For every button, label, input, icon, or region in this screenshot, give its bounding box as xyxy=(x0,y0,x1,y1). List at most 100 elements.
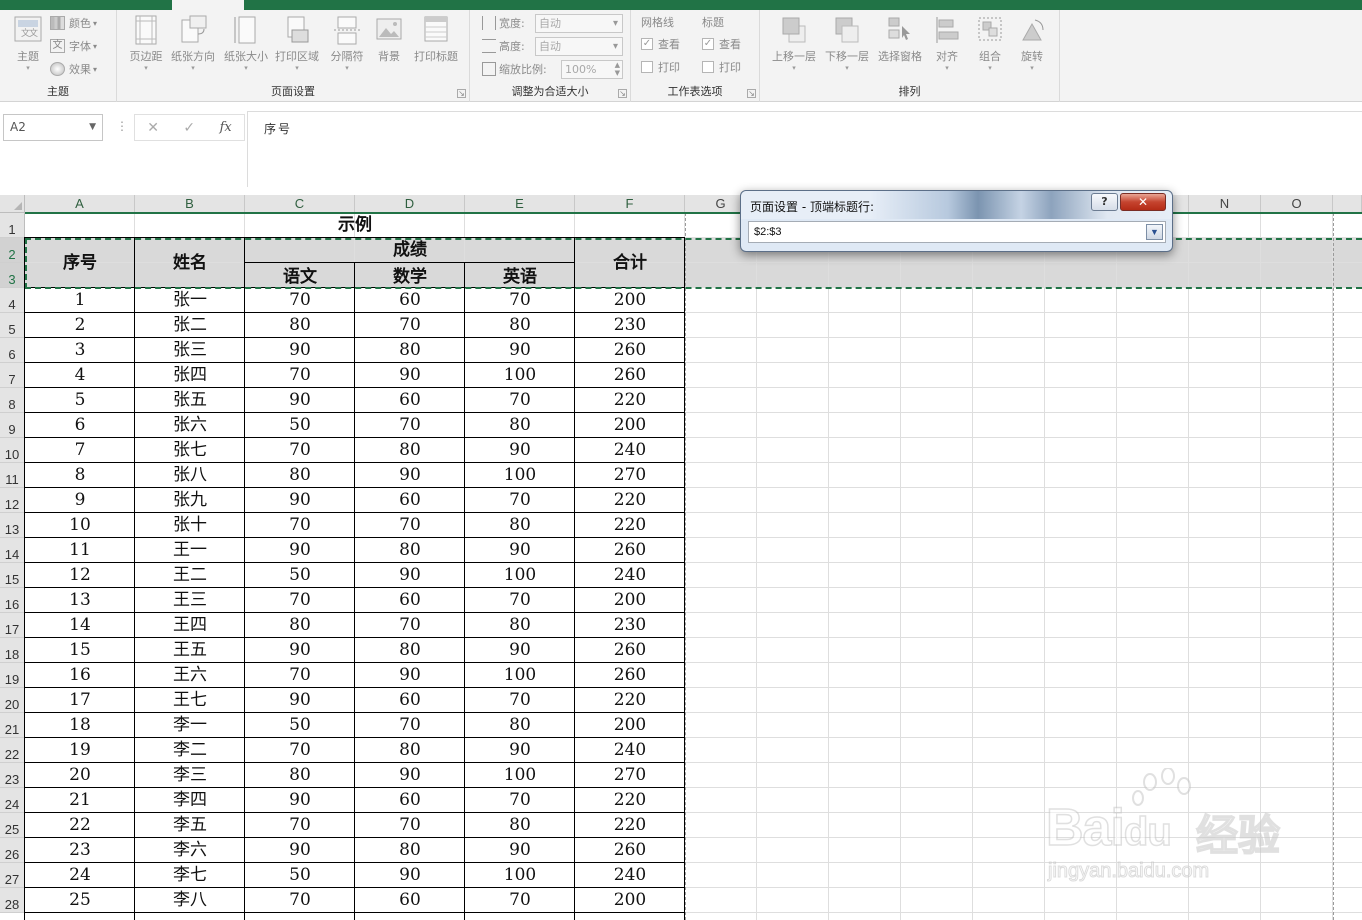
size-button[interactable]: 纸张大小 ▾ xyxy=(220,14,272,82)
table-cell[interactable]: 270 xyxy=(575,463,685,488)
table-cell[interactable]: 200 xyxy=(575,713,685,738)
row-header[interactable]: 19 xyxy=(0,663,25,688)
table-cell[interactable]: 王七 xyxy=(135,688,245,713)
insert-function-icon[interactable]: fx xyxy=(220,120,232,135)
table-cell[interactable]: 260 xyxy=(575,663,685,688)
table-cell[interactable]: 80 xyxy=(355,638,465,663)
table-cell[interactable]: 张七 xyxy=(135,438,245,463)
row-header[interactable]: 4 xyxy=(0,288,25,313)
table-cell[interactable]: 80 xyxy=(465,313,575,338)
table-cell[interactable]: 80 xyxy=(465,413,575,438)
gridlines-view-checkbox[interactable]: ✓ 查看 xyxy=(641,32,697,55)
table-cell[interactable]: 260 xyxy=(575,338,685,363)
table-cell[interactable]: 90 xyxy=(465,438,575,463)
table-cell[interactable]: 张三 xyxy=(135,338,245,363)
column-header[interactable]: B xyxy=(135,195,245,213)
cancel-icon[interactable]: ✕ xyxy=(147,120,159,136)
help-button[interactable]: ? xyxy=(1091,193,1118,211)
table-cell[interactable]: 张二 xyxy=(135,313,245,338)
table-cell[interactable]: 5 xyxy=(25,388,135,413)
table-cell[interactable]: 25 xyxy=(25,888,135,913)
table-cell[interactable]: 90 xyxy=(355,863,465,888)
table-cell[interactable]: 张十 xyxy=(135,513,245,538)
table-cell[interactable]: 70 xyxy=(245,813,355,838)
table-cell[interactable]: 21 xyxy=(25,788,135,813)
table-cell[interactable]: 260 xyxy=(575,363,685,388)
table-cell[interactable]: 24 xyxy=(25,863,135,888)
table-cell[interactable]: 220 xyxy=(575,688,685,713)
table-cell[interactable]: 张六 xyxy=(135,413,245,438)
table-cell[interactable]: 260 xyxy=(575,538,685,563)
table-cell[interactable]: 70 xyxy=(465,388,575,413)
table-cell[interactable]: 80 xyxy=(355,738,465,763)
table-cell[interactable]: 220 xyxy=(575,513,685,538)
table-cell[interactable]: 220 xyxy=(575,813,685,838)
table-cell[interactable]: 70 xyxy=(245,663,355,688)
table-cell[interactable]: 70 xyxy=(465,688,575,713)
row-header[interactable]: 1 xyxy=(0,213,25,238)
table-cell[interactable]: 70 xyxy=(245,438,355,463)
table-cell[interactable]: 90 xyxy=(465,838,575,863)
table-cell[interactable]: 李三 xyxy=(135,763,245,788)
table-cell[interactable]: 100 xyxy=(465,463,575,488)
table-cell[interactable]: 16 xyxy=(25,663,135,688)
table-cell[interactable]: 80 xyxy=(245,763,355,788)
table-cell[interactable]: 12 xyxy=(25,563,135,588)
table-cell[interactable]: 90 xyxy=(245,638,355,663)
rows-to-repeat-input[interactable]: $2:$3 ▼ xyxy=(748,221,1166,243)
row-header[interactable]: 22 xyxy=(0,738,25,763)
selection-pane-button[interactable]: 选择窗格 xyxy=(874,14,926,82)
formula-input[interactable]: 序号 xyxy=(247,111,1362,187)
table-cell[interactable]: 王二 xyxy=(135,563,245,588)
table-cell[interactable]: 100 xyxy=(465,763,575,788)
headings-print-checkbox[interactable]: 打印 xyxy=(702,55,758,78)
dialog-launcher-icon[interactable]: ↘ xyxy=(747,89,756,98)
close-button[interactable]: ✕ xyxy=(1120,193,1166,211)
table-cell[interactable]: 15 xyxy=(25,638,135,663)
table-cell[interactable]: 60 xyxy=(355,888,465,913)
row-header[interactable]: 9 xyxy=(0,413,25,438)
table-cell[interactable]: 220 xyxy=(575,788,685,813)
table-cell[interactable]: 200 xyxy=(575,888,685,913)
column-header[interactable]: E xyxy=(465,195,575,213)
table-cell[interactable]: 230 xyxy=(575,613,685,638)
row-header[interactable]: 12 xyxy=(0,488,25,513)
table-cell[interactable]: 90 xyxy=(245,838,355,863)
table-cell[interactable]: 240 xyxy=(575,738,685,763)
table-cell[interactable]: 90 xyxy=(355,763,465,788)
column-header[interactable]: A xyxy=(25,195,135,213)
table-cell[interactable]: 90 xyxy=(245,388,355,413)
table-cell[interactable]: 260 xyxy=(575,838,685,863)
table-cell[interactable]: 70 xyxy=(245,288,355,313)
table-cell[interactable]: 70 xyxy=(245,513,355,538)
table-cell[interactable]: 7 xyxy=(25,438,135,463)
table-cell[interactable]: 90 xyxy=(245,788,355,813)
table-cell[interactable]: 王三 xyxy=(135,588,245,613)
row-header[interactable]: 20 xyxy=(0,688,25,713)
table-cell[interactable]: 14 xyxy=(25,613,135,638)
table-cell[interactable]: 80 xyxy=(245,463,355,488)
table-cell[interactable]: 90 xyxy=(465,338,575,363)
table-cell[interactable]: 60 xyxy=(355,688,465,713)
table-cell[interactable]: 90 xyxy=(245,688,355,713)
table-cell[interactable]: 220 xyxy=(575,488,685,513)
table-cell[interactable]: 90 xyxy=(245,488,355,513)
column-header[interactable]: C xyxy=(245,195,355,213)
headings-view-checkbox[interactable]: ✓ 查看 xyxy=(702,32,758,55)
row-header[interactable]: 21 xyxy=(0,713,25,738)
send-backward-button[interactable]: 下移一层 ▾ xyxy=(821,14,873,82)
table-cell[interactable]: 70 xyxy=(465,888,575,913)
rotate-button[interactable]: 旋转 ▾ xyxy=(1006,14,1058,82)
table-cell[interactable]: 90 xyxy=(465,538,575,563)
row-header[interactable]: 5 xyxy=(0,313,25,338)
table-cell[interactable]: 80 xyxy=(355,338,465,363)
table-cell[interactable]: 17 xyxy=(25,688,135,713)
width-select[interactable]: 自动 ▾ xyxy=(535,13,623,33)
row-header[interactable]: 28 xyxy=(0,888,25,913)
table-cell[interactable]: 23 xyxy=(25,838,135,863)
table-cell[interactable]: 李五 xyxy=(135,813,245,838)
table-cell[interactable]: 3 xyxy=(25,338,135,363)
dialog-launcher-icon[interactable]: ↘ xyxy=(457,89,466,98)
table-cell[interactable]: 王五 xyxy=(135,638,245,663)
enter-icon[interactable]: ✓ xyxy=(183,120,195,136)
